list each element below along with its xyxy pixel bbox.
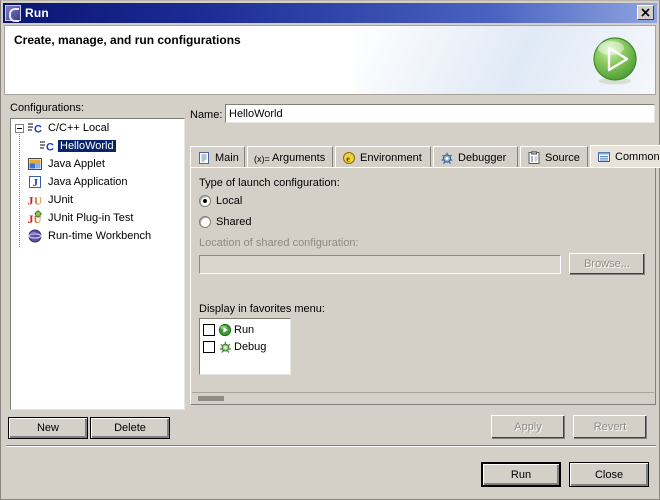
favorite-item-run[interactable]: Run xyxy=(203,321,290,338)
svg-text:e: e xyxy=(346,154,350,163)
tree-item-run-time-workbench[interactable]: Run-time Workbench xyxy=(11,227,184,245)
tab-debugger[interactable]: Debugger xyxy=(433,146,518,168)
horizontal-scrollbar[interactable] xyxy=(192,392,654,403)
tab-label: Debugger xyxy=(458,151,507,164)
tab-label: Main xyxy=(215,151,239,164)
tree-item-label: Java Applet xyxy=(48,158,105,170)
svg-text:C: C xyxy=(46,142,54,154)
tab-arguments[interactable]: (x)= Arguments xyxy=(247,146,333,168)
junit-icon: JU xyxy=(27,192,43,208)
browse-button: Browse... xyxy=(569,253,645,275)
tree-item-label: Java Application xyxy=(48,176,128,188)
bug-icon xyxy=(440,151,454,165)
configurations-label: Configurations: xyxy=(10,102,84,114)
footer-separator xyxy=(6,445,656,447)
tree-rows: C C/C++ Local C HelloWorld Java Applet J Java … xyxy=(11,119,184,245)
favorite-item-label: Debug xyxy=(234,340,267,353)
favorites-list[interactable]: Run Debug xyxy=(199,318,291,375)
radio-shared-indicator[interactable] xyxy=(199,216,211,228)
tab-label: Common xyxy=(615,150,660,163)
tab-bar: Main (x)= Arguments e Environment Debugger Sou… xyxy=(190,145,660,168)
launch-type-label: Type of launch configuration: xyxy=(199,177,340,189)
tree-item-label: JUnit xyxy=(48,194,74,206)
page-title: Create, manage, and run configurations xyxy=(14,33,241,47)
radio-local-label: Local xyxy=(216,195,243,207)
close-icon[interactable] xyxy=(637,5,654,20)
svg-text:U: U xyxy=(34,196,42,208)
favorite-item-debug[interactable]: Debug xyxy=(203,338,290,355)
radio-local[interactable]: Local xyxy=(199,195,242,207)
title-bar: Run xyxy=(3,3,657,23)
common-icon xyxy=(597,150,611,164)
tree-item-c-c-local[interactable]: C C/C++ Local xyxy=(11,119,184,137)
delete-button[interactable]: Delete xyxy=(90,417,170,439)
source-icon xyxy=(527,150,541,165)
revert-button: Revert xyxy=(573,415,647,439)
c-cpp-config-icon: C xyxy=(39,138,55,154)
tab-label: Arguments xyxy=(272,151,326,164)
configurations-tree[interactable]: C C/C++ Local C HelloWorld Java Applet J Java … xyxy=(10,118,185,410)
tab-main[interactable]: Main xyxy=(190,146,245,168)
document-icon xyxy=(197,151,211,165)
tree-item-junit-plug-in-test[interactable]: J U JUnit Plug-in Test xyxy=(11,209,184,227)
name-input[interactable] xyxy=(225,104,655,123)
tree-item-label: C/C++ Local xyxy=(48,122,110,134)
svg-text:(x)=: (x)= xyxy=(254,154,270,164)
tree-item-label: JUnit Plug-in Test xyxy=(48,212,134,224)
window-title: Run xyxy=(25,6,49,20)
svg-text:J: J xyxy=(33,177,39,189)
name-label: Name: xyxy=(190,109,223,121)
dialog-banner: Create, manage, and run configurations xyxy=(4,25,656,95)
variable-icon: (x)= xyxy=(254,151,270,165)
tab-source[interactable]: Source xyxy=(520,146,588,168)
run-configurations-dialog: Run Create, manage, and run configuratio… xyxy=(0,0,660,500)
java-applet-icon xyxy=(27,156,43,172)
radio-local-indicator[interactable] xyxy=(199,195,211,207)
scrollbar-thumb[interactable] xyxy=(198,396,224,401)
eclipse-run-icon xyxy=(5,5,21,22)
tree-item-label: Run-time Workbench xyxy=(48,230,152,242)
favorites-label: Display in favorites menu: xyxy=(199,303,325,315)
tree-item-java-applet[interactable]: Java Applet xyxy=(11,155,184,173)
apply-button: Apply xyxy=(491,415,565,439)
radio-shared-label: Shared xyxy=(216,216,252,228)
tab-environment[interactable]: e Environment xyxy=(335,146,431,168)
favorite-item-label: Run xyxy=(234,323,255,336)
shared-location-label: Location of shared configuration: xyxy=(199,237,359,249)
tree-item-junit[interactable]: J U JUnit xyxy=(11,191,184,209)
radio-shared[interactable]: Shared xyxy=(199,216,251,228)
svg-text:J: J xyxy=(28,194,34,208)
c-cpp-local-icon: C xyxy=(27,120,43,136)
java-application-icon: J xyxy=(27,174,43,190)
debug-icon xyxy=(218,340,232,354)
tree-item-label: HelloWorld xyxy=(58,140,116,152)
checkbox-debug[interactable] xyxy=(203,340,215,353)
tree-collapse-icon[interactable] xyxy=(15,123,24,133)
tab-label: Environment xyxy=(360,151,422,164)
tab-common[interactable]: Common xyxy=(590,145,660,168)
run-large-icon xyxy=(589,34,641,86)
junit-plugin-test-icon: JU xyxy=(27,210,43,226)
runtime-workbench-icon xyxy=(27,228,43,244)
environment-icon: e xyxy=(342,151,356,165)
tree-item-java-application[interactable]: J Java Application xyxy=(11,173,184,191)
close-button[interactable]: Close xyxy=(569,462,649,487)
run-icon xyxy=(218,323,232,337)
shared-location-input xyxy=(199,255,561,274)
tree-item-helloworld[interactable]: C HelloWorld xyxy=(11,137,184,155)
run-button[interactable]: Run xyxy=(481,462,561,487)
checkbox-run[interactable] xyxy=(203,323,215,336)
svg-text:C: C xyxy=(34,124,42,136)
new-button[interactable]: New xyxy=(8,417,88,439)
tab-label: Source xyxy=(545,151,580,164)
